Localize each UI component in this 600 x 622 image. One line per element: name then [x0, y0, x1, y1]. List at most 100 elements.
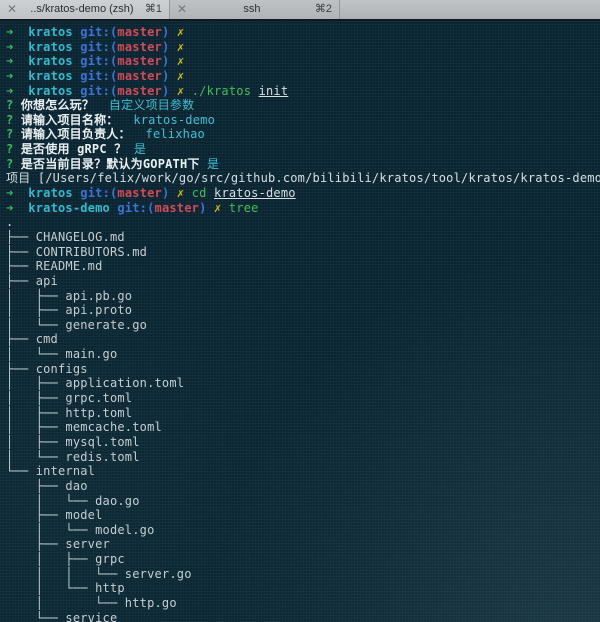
terminal-text-segment: kratos [28, 84, 73, 98]
terminal-text-segment: │ ├── grpc.toml [6, 391, 132, 405]
terminal-text-segment: cd [192, 186, 207, 200]
terminal-text-segment: │ └── model.go [6, 523, 155, 537]
terminal-text-segment: git:( [117, 201, 154, 215]
terminal-text-segment [13, 84, 28, 98]
question-line: ? 是否使用 gRPC ？ 是 [6, 142, 600, 157]
terminal-text-segment: ├── configs [6, 362, 88, 376]
terminal-text-segment: │ └── redis.toml [6, 450, 140, 464]
tree-line: ├── dao [6, 479, 600, 494]
terminal-text-segment: master [117, 40, 162, 54]
terminal-text-segment: 是 [200, 157, 220, 171]
tree-line: │ ├── grpc [6, 552, 600, 567]
terminal-text-segment [13, 69, 28, 83]
terminal-output: ➜ kratos git:(master) ✗ ➜ kratos git:(mas… [0, 21, 600, 622]
terminal-text-segment: │ ├── mysql.toml [6, 435, 140, 449]
terminal-text-segment: kratos [28, 186, 73, 200]
tree-line: ├── README.md [6, 259, 600, 274]
question-line: ? 是否当前目录？默认为GOPATH下 是 [6, 157, 600, 172]
terminal-text-segment [13, 25, 28, 39]
terminal-text-segment: │ └── http [6, 581, 125, 595]
tree-line: │ ├── mysql.toml [6, 435, 600, 450]
terminal-text-segment: ├── model [6, 508, 103, 522]
tab-shortcut: ⌘1 [145, 0, 162, 19]
terminal-text-segment: master [117, 25, 162, 39]
terminal-text-segment: └── service [6, 611, 117, 622]
terminal-text-segment [169, 69, 176, 83]
question-line: ? 请输入项目负责人： felixhao [6, 127, 600, 142]
prompt-line: ➜ kratos git:(master) ✗ [6, 25, 600, 40]
terminal-text-segment: 请输入项目负责人： [13, 127, 130, 141]
terminal-text-segment: │ ├── http.toml [6, 406, 132, 420]
terminal-text-segment [169, 84, 176, 98]
terminal-text-segment: ✗ [177, 25, 184, 39]
terminal-text-segment: git:( [80, 69, 117, 83]
terminal-text-segment: ✗ [177, 69, 184, 83]
terminal-text-segment: ✗ [177, 54, 184, 68]
tree-line: . [6, 215, 600, 230]
tree-line: │ ├── application.toml [6, 376, 600, 391]
terminal-text-segment: │ ├── grpc [6, 552, 125, 566]
init-result-line: 项目 [/Users/felix/work/go/src/github.com/… [6, 171, 600, 186]
terminal-text-segment: tree [229, 201, 259, 215]
terminal-text-segment: . [6, 215, 13, 229]
terminal-window: ✕ ..s/kratos-demo (zsh) ⌘1 ✕ ssh ⌘2 ➜ kr… [0, 0, 600, 622]
terminal-text-segment: git:( [80, 186, 117, 200]
terminal-text-segment: 自定义项目参数 [94, 98, 194, 112]
terminal-text-segment [13, 201, 28, 215]
tree-line: └── service [6, 611, 600, 622]
terminal-text-segment: master [117, 54, 162, 68]
terminal-text-segment [169, 25, 176, 39]
tree-line: │ └── http.go [6, 596, 600, 611]
terminal-text-segment: │ ├── application.toml [6, 376, 184, 390]
tree-line: │ └── dao.go [6, 494, 600, 509]
terminal-text-segment: │ ├── api.proto [6, 303, 132, 317]
terminal-screen[interactable]: ➜ kratos git:(master) ✗ ➜ kratos git:(mas… [0, 21, 600, 622]
tree-line: ├── api [6, 274, 600, 289]
terminal-text-segment: │ ├── api.pb.go [6, 289, 132, 303]
terminal-text-segment: kratos [28, 40, 73, 54]
prompt-line: ➜ kratos git:(master) ✗ [6, 69, 600, 84]
terminal-text-segment [221, 201, 228, 215]
tree-line: ├── server [6, 537, 600, 552]
terminal-text-segment [169, 54, 176, 68]
tree-line: ├── configs [6, 362, 600, 377]
terminal-text-segment: ├── api [6, 274, 58, 288]
tree-line: │ │ └── server.go [6, 567, 600, 582]
close-icon[interactable]: ✕ [7, 0, 19, 19]
terminal-tab[interactable]: ✕ ..s/kratos-demo (zsh) ⌘1 [0, 0, 170, 19]
terminal-text-segment: ├── server [6, 537, 110, 551]
terminal-text-segment: │ ├── memcache.toml [6, 420, 162, 434]
terminal-text-segment: 项目 [/Users/felix/work/go/src/github.com/… [6, 171, 600, 185]
terminal-text-segment: git:( [80, 25, 117, 39]
terminal-text-segment [13, 186, 28, 200]
tree-line: ├── CONTRIBUTORS.md [6, 245, 600, 260]
terminal-text-segment: master [117, 69, 162, 83]
tree-line: │ ├── memcache.toml [6, 420, 600, 435]
close-icon[interactable]: ✕ [177, 0, 189, 19]
tree-line: ├── model [6, 508, 600, 523]
terminal-text-segment: ) [199, 201, 206, 215]
terminal-text-segment: kratos [28, 25, 73, 39]
terminal-text-segment [251, 84, 258, 98]
tree-line: └── internal [6, 464, 600, 479]
terminal-text-segment: git:( [80, 40, 117, 54]
question-line: ? 请输入项目名称： kratos-demo [6, 113, 600, 128]
tree-line: │ ├── grpc.toml [6, 391, 600, 406]
terminal-text-segment: kratos [28, 69, 73, 83]
terminal-text-segment: │ └── dao.go [6, 494, 140, 508]
terminal-text-segment: └── internal [6, 464, 95, 478]
terminal-text-segment [13, 40, 28, 54]
tree-line: │ └── http [6, 581, 600, 596]
tab-shortcut: ⌘2 [315, 0, 332, 19]
terminal-text-segment: git:( [80, 54, 117, 68]
terminal-text-segment: ✗ [177, 40, 184, 54]
terminal-text-segment: master [155, 201, 200, 215]
terminal-text-segment: master [117, 186, 162, 200]
terminal-text-segment: 是否当前目录？默认为GOPATH下 [13, 157, 199, 171]
terminal-tab[interactable]: ✕ ssh ⌘2 [170, 0, 340, 19]
terminal-text-segment: ./kratos [192, 84, 251, 98]
terminal-text-segment: ├── CHANGELOG.md [6, 230, 125, 244]
tree-line: │ ├── api.pb.go [6, 289, 600, 304]
tab-title: ssh [193, 0, 311, 19]
terminal-text-segment [169, 186, 176, 200]
